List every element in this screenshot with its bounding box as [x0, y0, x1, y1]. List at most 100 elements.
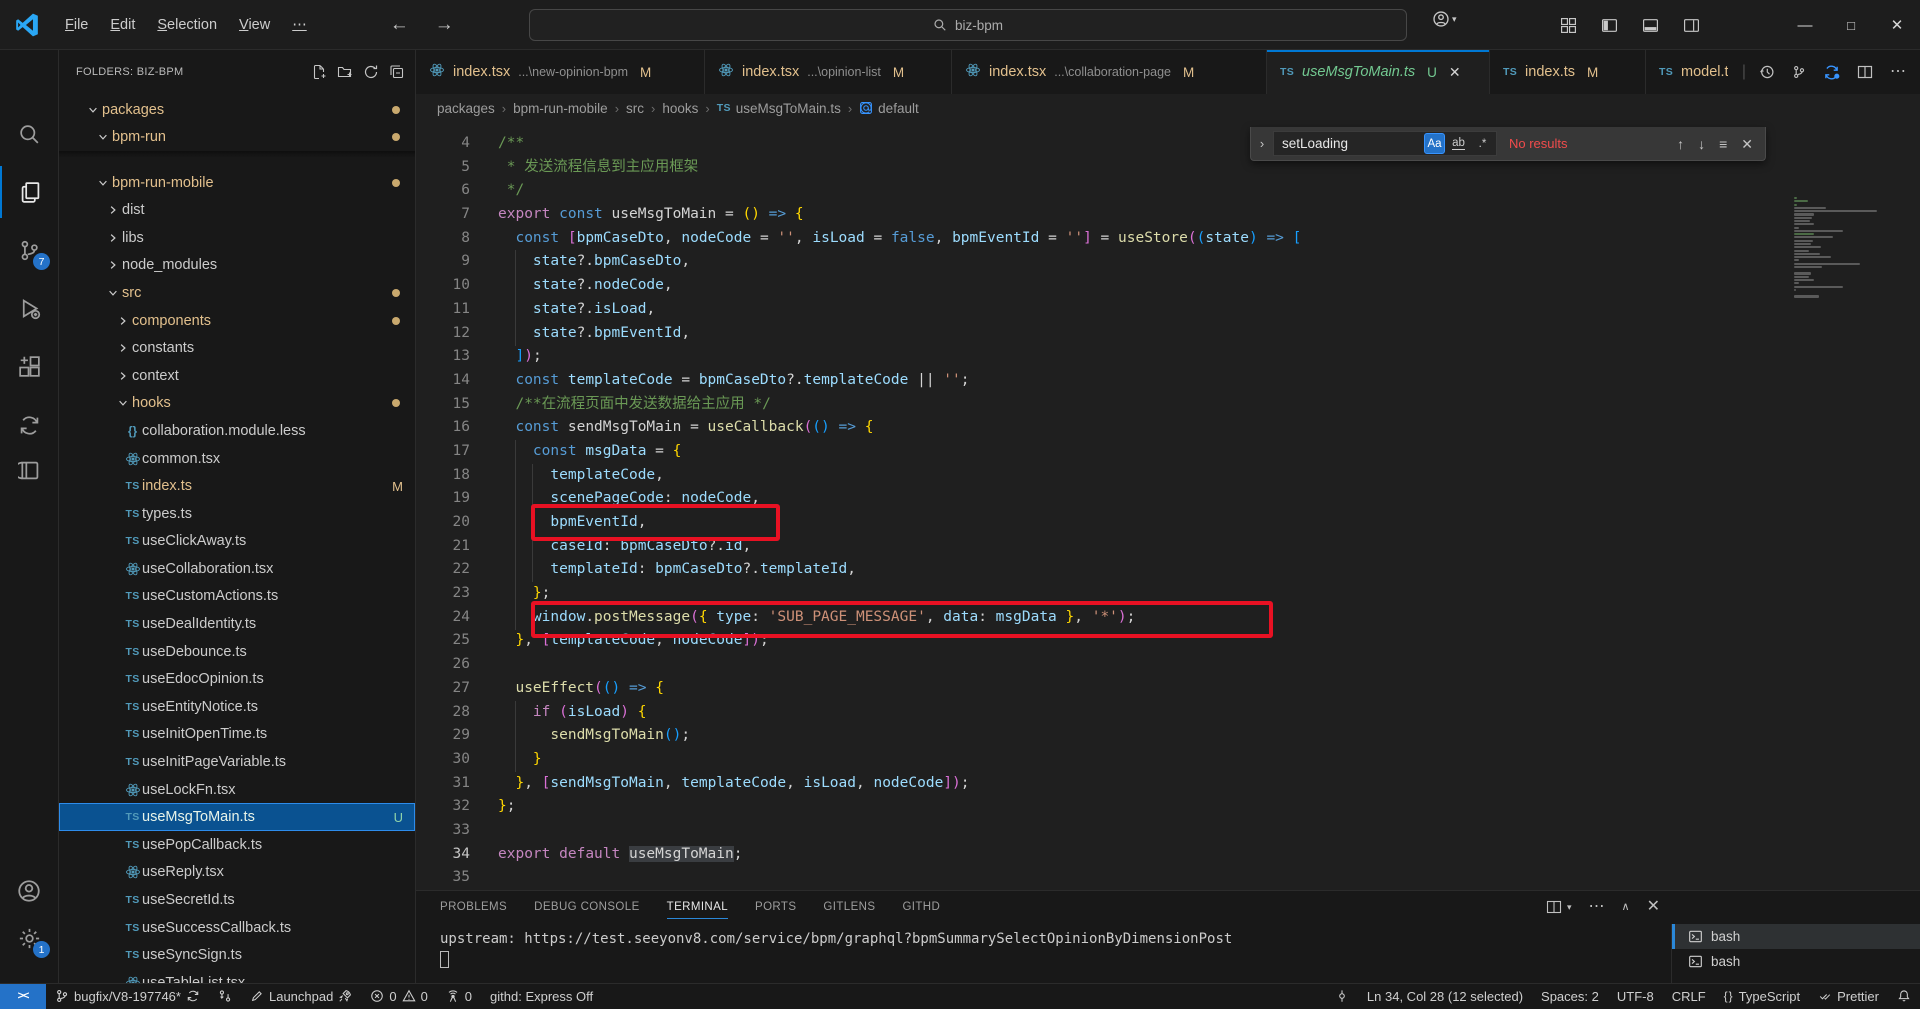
breadcrumb-hooks[interactable]: hooks	[662, 101, 698, 116]
tree-item-bpm-run-mobile[interactable]: bpm-run-mobile	[59, 169, 415, 197]
tree-item-useLockFn.tsx[interactable]: useLockFn.tsx	[59, 776, 415, 804]
tab-index.tsx[interactable]: index.tsx ...\collaboration-page M	[952, 50, 1267, 94]
tree-item-constants[interactable]: constants	[59, 334, 415, 362]
tree-item-useMsgToMain.ts[interactable]: TSuseMsgToMain.tsU	[59, 803, 415, 831]
close-panel-icon[interactable]: ✕	[1647, 899, 1660, 915]
tree-item-bpm-run[interactable]: bpm-run	[59, 124, 415, 152]
find-in-selection-icon[interactable]: ≡	[1719, 137, 1727, 151]
activity-explorer[interactable]	[0, 166, 58, 218]
activity-accounts[interactable]	[0, 865, 58, 917]
activity-search[interactable]	[0, 108, 58, 160]
breadcrumb-bpm-run-mobile[interactable]: bpm-run-mobile	[513, 101, 608, 116]
menu-file[interactable]: File	[54, 10, 99, 40]
statusbar-githd[interactable]: githd: Express Off	[481, 984, 602, 1009]
regex-button[interactable]: .*	[1472, 133, 1493, 154]
statusbar-encoding[interactable]: UTF-8	[1608, 984, 1663, 1009]
toggle-panel-icon[interactable]	[1642, 17, 1659, 34]
tree-item-collaboration.module.less[interactable]: {}collaboration.module.less	[59, 417, 415, 445]
history-icon[interactable]	[1759, 64, 1775, 80]
activity-settings[interactable]: 1	[0, 912, 58, 964]
tree-item-useInitOpenTime.ts[interactable]: TSuseInitOpenTime.ts	[59, 721, 415, 749]
maximize-panel-icon[interactable]: ∧	[1622, 902, 1630, 913]
tree-item-hooks[interactable]: hooks	[59, 390, 415, 418]
activity-docs[interactable]	[0, 444, 58, 496]
command-center-search[interactable]: biz-bpm	[529, 9, 1407, 41]
find-input[interactable]: setLoading Aa ab .*	[1273, 131, 1497, 156]
toggle-sidebar-icon[interactable]	[1601, 17, 1618, 34]
minimize-button[interactable]: —	[1782, 0, 1828, 50]
panel-more-actions-icon[interactable]: ⋯	[1589, 899, 1605, 915]
new-file-icon[interactable]	[311, 64, 327, 80]
remote-indicator[interactable]: ><	[0, 984, 46, 1009]
panel-tab-ports[interactable]: PORTS	[755, 891, 796, 923]
next-match-icon[interactable]: ↓	[1698, 137, 1705, 151]
breadcrumb-default[interactable]: default	[859, 101, 919, 116]
refresh-icon[interactable]	[363, 64, 379, 80]
statusbar-language-mode[interactable]: {}TypeScript	[1715, 984, 1809, 1009]
maximize-button[interactable]: □	[1828, 0, 1874, 50]
tab-index.tsx[interactable]: index.tsx ...\new-opinion-bpm M	[416, 50, 705, 94]
activity-source-control[interactable]: 7	[0, 224, 58, 276]
statusbar-launchpad[interactable]: Launchpad	[241, 984, 361, 1009]
panel-tab-gitlens[interactable]: GITLENS	[823, 891, 875, 923]
statusbar-notifications[interactable]	[1888, 984, 1920, 1009]
breadcrumb-src[interactable]: src	[626, 101, 644, 116]
panel-tab-debug-console[interactable]: DEBUG CONSOLE	[534, 891, 640, 923]
tree-item-node_modules[interactable]: node_modules	[59, 252, 415, 280]
match-case-button[interactable]: Aa	[1424, 133, 1445, 154]
tree-item-useSuccessCallback.ts[interactable]: TSuseSuccessCallback.ts	[59, 914, 415, 942]
new-folder-icon[interactable]	[337, 64, 353, 80]
tree-item-common.tsx[interactable]: common.tsx	[59, 445, 415, 473]
tree-item-useEntityNotice.ts[interactable]: TSuseEntityNotice.ts	[59, 693, 415, 721]
tree-item-dist[interactable]: dist	[59, 196, 415, 224]
minimap[interactable]	[1794, 197, 1906, 302]
panel-tab-terminal[interactable]: TERMINAL	[667, 891, 728, 923]
statusbar-git-compare[interactable]	[209, 984, 241, 1009]
tree-item-useCollaboration.tsx[interactable]: useCollaboration.tsx	[59, 555, 415, 583]
statusbar-commit[interactable]	[1326, 984, 1358, 1009]
settings-sync-button[interactable]: ▾	[1432, 10, 1457, 28]
breadcrumb[interactable]: packages›bpm-run-mobile›src›hooks›TSuseM…	[416, 94, 1920, 122]
tree-item-useDebounce.ts[interactable]: TSuseDebounce.ts	[59, 638, 415, 666]
tree-item-useReply.tsx[interactable]: useReply.tsx	[59, 859, 415, 887]
terminal-instance[interactable]: bash	[1672, 924, 1920, 949]
split-terminal-icon[interactable]	[1546, 899, 1562, 915]
menu-view[interactable]: View	[228, 10, 281, 40]
close-find-icon[interactable]: ✕	[1741, 137, 1753, 151]
terminal-instance[interactable]: bash	[1672, 949, 1920, 974]
tree-item-useClickAway.ts[interactable]: TSuseClickAway.ts	[59, 528, 415, 556]
tab-index.tsx[interactable]: index.tsx ...\opinion-list M	[705, 50, 952, 94]
tree-item-useEdocOpinion.ts[interactable]: TSuseEdocOpinion.ts	[59, 665, 415, 693]
statusbar-problems[interactable]: 0 0	[361, 984, 436, 1009]
statusbar-ports[interactable]: 0	[437, 984, 481, 1009]
close-button[interactable]: ✕	[1874, 0, 1920, 50]
more-icon[interactable]: ⋯	[1890, 64, 1906, 80]
tab-index.ts[interactable]: TS index.ts M	[1490, 50, 1646, 94]
nav-back-icon[interactable]: ←	[390, 15, 409, 34]
statusbar-eol[interactable]: CRLF	[1663, 984, 1715, 1009]
tree-item-useTableList.tsx[interactable]: useTableList.tsx	[59, 969, 415, 983]
tree-item-useInitPageVariable.ts[interactable]: TSuseInitPageVariable.ts	[59, 748, 415, 776]
tree-item-useSecretId.ts[interactable]: TSuseSecretId.ts	[59, 886, 415, 914]
diffsync-icon[interactable]	[1823, 64, 1840, 81]
collapse-all-icon[interactable]	[389, 64, 405, 80]
activity-run-and-debug[interactable]	[0, 282, 58, 334]
tree-item-index.ts[interactable]: TSindex.tsM	[59, 472, 415, 500]
tree-item-packages[interactable]: packages	[59, 96, 415, 124]
tree-item-useCustomActions.ts[interactable]: TSuseCustomActions.ts	[59, 583, 415, 611]
previous-match-icon[interactable]: ↑	[1677, 137, 1684, 151]
tree-item-components[interactable]: components	[59, 307, 415, 335]
statusbar-formatter[interactable]: Prettier	[1809, 984, 1888, 1009]
customize-layout-icon[interactable]	[1560, 17, 1577, 34]
tree-item-types.ts[interactable]: TStypes.ts	[59, 500, 415, 528]
breadcrumb-useMsgToMain.ts[interactable]: TSuseMsgToMain.ts	[717, 101, 841, 116]
branch-icon[interactable]	[1792, 65, 1806, 79]
statusbar-indentation[interactable]: Spaces: 2	[1532, 984, 1608, 1009]
tree-item-libs[interactable]: libs	[59, 224, 415, 252]
statusbar-cursor-position[interactable]: Ln 34, Col 28 (12 selected)	[1358, 984, 1532, 1009]
close-tab-icon[interactable]: ✕	[1449, 64, 1461, 81]
tab-useMsgToMain.ts[interactable]: TS useMsgToMain.ts U ✕	[1267, 50, 1490, 94]
breadcrumb-packages[interactable]: packages	[437, 101, 495, 116]
menu-more[interactable]: ⋯	[281, 10, 318, 40]
tree-item-usePopCallback.ts[interactable]: TSusePopCallback.ts	[59, 831, 415, 859]
